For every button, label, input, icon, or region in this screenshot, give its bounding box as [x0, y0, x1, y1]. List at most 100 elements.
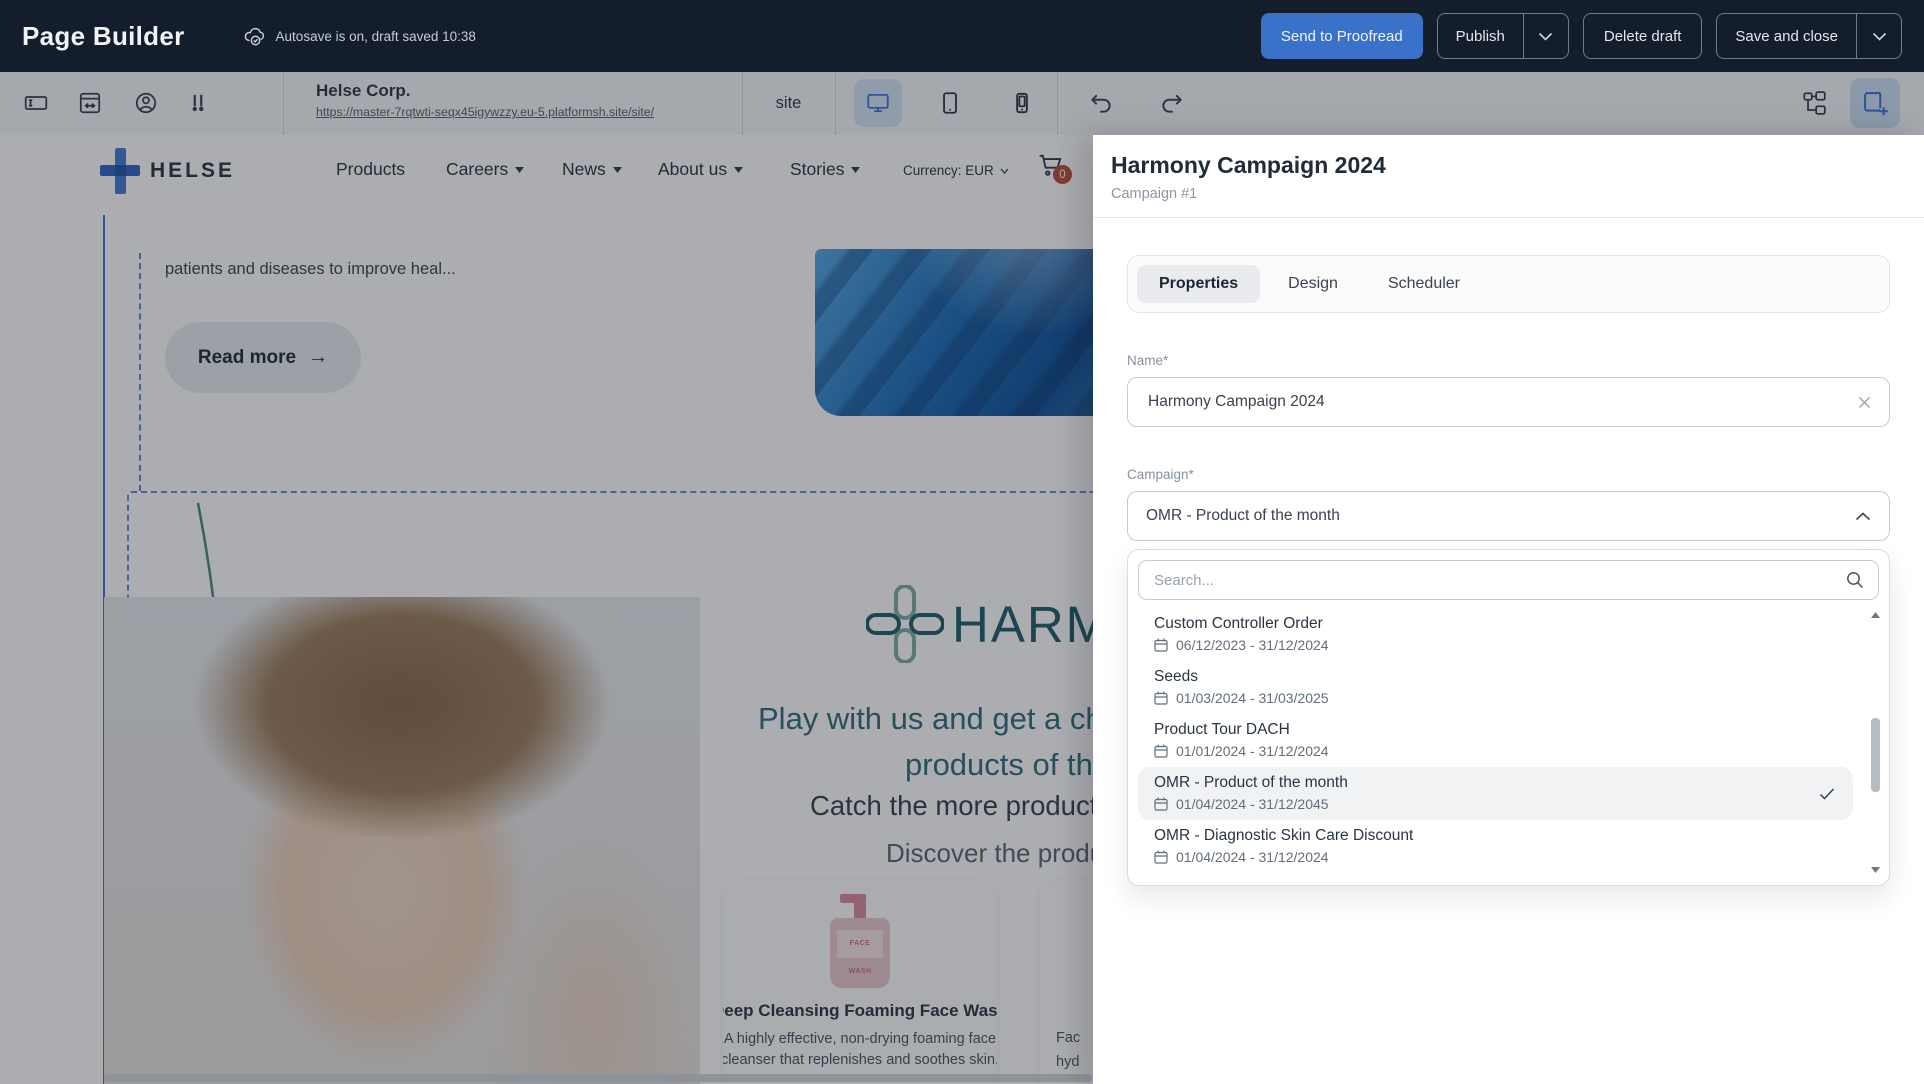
horizontal-scrollbar[interactable] [104, 1074, 1092, 1082]
redo-icon [1159, 90, 1185, 116]
delete-draft-button[interactable]: Delete draft [1583, 13, 1703, 59]
layout-panel-button[interactable] [67, 80, 113, 126]
tree-view-icon [1801, 90, 1827, 116]
option-dates: 06/12/2023 - 31/12/2024 [1176, 637, 1329, 653]
cart-button[interactable]: 0 [1038, 153, 1064, 177]
caret-down-icon [734, 167, 743, 173]
nav-item-news[interactable]: News [562, 159, 622, 180]
search-icon [1845, 570, 1865, 590]
calendar-icon [1154, 691, 1168, 705]
clear-name-icon[interactable] [1858, 396, 1871, 409]
name-field [1127, 377, 1890, 427]
publish-button[interactable]: Publish [1438, 28, 1523, 45]
builder-toolbar: Helse Corp. https://master-7rqtwti-seqx4… [0, 72, 1924, 135]
bottle-label: FACE WASH [837, 930, 883, 958]
campaign-field-label: Campaign* [1127, 467, 1890, 482]
helse-logo-icon [100, 148, 140, 194]
option-title: Seeds [1154, 668, 1837, 686]
campaign-selected-value: OMR - Product of the month [1146, 507, 1855, 525]
campaign-option[interactable]: Product Tour DACH 01/01/2024 - 31/12/202… [1138, 714, 1853, 767]
campaign-side-panel: Harmony Campaign 2024 Campaign #1 Proper… [1093, 135, 1924, 1084]
text-block-button[interactable] [13, 80, 59, 126]
campaign-search-field [1138, 560, 1879, 600]
structure-tree-button[interactable] [1791, 80, 1837, 126]
hero-headline-line2: products of the [905, 747, 1110, 783]
name-field-label: Name* [1127, 353, 1890, 368]
teaser-text: patients and diseases to improve heal... [165, 260, 456, 279]
tab-design[interactable]: Design [1266, 265, 1360, 303]
option-dates: 01/04/2024 - 31/12/2024 [1176, 849, 1329, 865]
site-url-link[interactable]: https://master-7rqtwti-seqx45igywzzy.eu-… [316, 105, 654, 119]
nav-item-products[interactable]: Products [336, 159, 405, 180]
panel-header-divider [1093, 217, 1924, 218]
product-text-fragment: hyd [1056, 1054, 1079, 1070]
campaign-option[interactable]: Seeds 01/03/2024 - 31/03/2025 [1138, 661, 1853, 714]
chevron-up-icon[interactable] [1855, 512, 1871, 521]
check-icon [1819, 787, 1835, 800]
campaign-option[interactable]: Custom Controller Order 06/12/2023 - 31/… [1138, 608, 1853, 661]
currency-selector[interactable]: Currency: EUR [903, 163, 1009, 178]
tab-properties[interactable]: Properties [1137, 265, 1260, 303]
scrollbar-track[interactable] [1869, 622, 1882, 863]
product-description: A highly effective, non-drying foaming f… [723, 1029, 997, 1071]
campaign-search-input[interactable] [1152, 571, 1845, 590]
calendar-icon [1154, 638, 1168, 652]
name-input[interactable] [1146, 392, 1858, 412]
site-name: Helse Corp. [316, 81, 654, 101]
caret-down-icon [851, 167, 860, 173]
autosave-text: Autosave is on, draft saved 10:38 [276, 29, 476, 44]
redo-button[interactable] [1149, 80, 1195, 126]
save-and-close-button-group: Save and close [1716, 13, 1902, 59]
chevron-down-icon [1538, 32, 1553, 41]
harmony-logo-text: HARM [952, 595, 1110, 654]
scroll-down-icon[interactable] [1871, 867, 1880, 873]
nav-item-about-us[interactable]: About us [658, 159, 743, 180]
campaign-option-selected[interactable]: OMR - Product of the month 01/04/2024 - … [1138, 767, 1853, 820]
panel-subtitle: Campaign #1 [1111, 186, 1906, 202]
cloud-check-icon [243, 27, 267, 46]
site-label: site [742, 72, 835, 135]
nav-item-careers[interactable]: Careers [446, 159, 524, 180]
publish-button-group: Publish [1437, 13, 1569, 59]
option-dates: 01/03/2024 - 31/03/2025 [1176, 690, 1329, 706]
publish-dropdown-toggle[interactable] [1523, 14, 1568, 58]
send-to-proofread-button[interactable]: Send to Proofread [1261, 13, 1423, 59]
option-title: OMR - Product of the month [1154, 774, 1837, 792]
add-frame-icon [1861, 89, 1889, 117]
options-scrollbar[interactable] [1869, 612, 1882, 873]
nav-item-stories[interactable]: Stories [790, 159, 860, 180]
panel-body: Properties Design Scheduler Name* Campai… [1093, 255, 1924, 886]
campaign-select[interactable]: OMR - Product of the month [1127, 491, 1890, 541]
save-dropdown-toggle[interactable] [1856, 14, 1901, 58]
user-block-button[interactable] [123, 80, 169, 126]
device-desktop-button[interactable] [854, 79, 902, 127]
option-dates: 01/04/2024 - 31/12/2045 [1176, 796, 1329, 812]
scroll-up-icon[interactable] [1871, 612, 1880, 618]
toolbar-divider [835, 72, 836, 135]
chevron-down-icon [1000, 168, 1009, 174]
save-and-close-button[interactable]: Save and close [1717, 28, 1856, 45]
product-name: Deep Cleansing Foaming Face Wash [723, 1001, 997, 1021]
sliders-button[interactable] [175, 80, 221, 126]
arrow-right-icon: → [308, 346, 328, 369]
add-frame-button[interactable] [1850, 78, 1900, 128]
tab-scheduler[interactable]: Scheduler [1366, 265, 1482, 303]
option-title: Custom Controller Order [1154, 615, 1837, 633]
caret-down-icon [515, 167, 524, 173]
read-more-button[interactable]: Read more → [165, 322, 361, 393]
chevron-down-icon [1872, 32, 1887, 41]
device-mobile-button[interactable] [998, 79, 1046, 127]
campaign-options-list: Custom Controller Order 06/12/2023 - 31/… [1138, 608, 1879, 873]
text-field-icon [23, 90, 49, 116]
mobile-icon [1009, 90, 1035, 116]
campaign-option[interactable]: OMR - Diagnostic Skin Care Discount 01/0… [1138, 820, 1853, 873]
device-tablet-button[interactable] [926, 79, 974, 127]
section-dashed-outline [139, 253, 141, 491]
brand-name: HELSE [150, 159, 235, 183]
scrollbar-thumb[interactable] [1871, 718, 1880, 792]
panel-title: Harmony Campaign 2024 [1111, 152, 1906, 179]
model-photo [104, 597, 700, 1084]
site-brand[interactable]: HELSE [100, 148, 235, 194]
toolbar-divider [283, 72, 284, 135]
undo-button[interactable] [1078, 80, 1124, 126]
